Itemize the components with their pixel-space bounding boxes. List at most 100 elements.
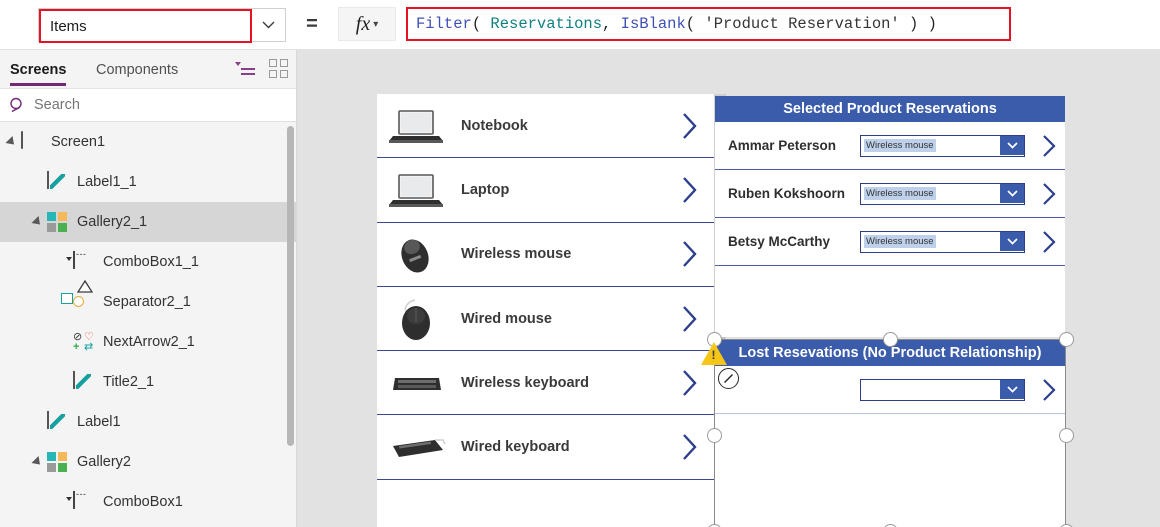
- search-bar[interactable]: [0, 89, 296, 122]
- screens-tree: Screen1 Label1_1 Gallery2_1 ComboBox1_1 Sepa…: [0, 122, 296, 526]
- formula-token: 'Product Reservation': [704, 15, 900, 33]
- left-sidebar: Screens Components Screen1Label1_1Galler: [0, 50, 297, 527]
- lost-reservations-gallery[interactable]: Lost Resevations (No Product Relationshi…: [715, 340, 1065, 527]
- tree-item-screen1[interactable]: Screen1: [0, 122, 296, 162]
- wired-mouse-photo: [385, 296, 449, 342]
- combobox-dropdown-button[interactable]: [1000, 379, 1024, 399]
- resize-handle-middle-left[interactable]: [706, 427, 722, 443]
- formula-token: IsBlank: [620, 15, 686, 33]
- tree-item-label: Gallery2: [77, 454, 131, 470]
- product-combobox[interactable]: Wireless mouse: [860, 134, 1025, 157]
- tree-item-combobox1[interactable]: ComboBox1: [0, 482, 296, 522]
- combobox-dropdown-button[interactable]: [1000, 231, 1024, 251]
- combobox-dropdown-button[interactable]: [1000, 135, 1024, 155]
- next-arrow-icon[interactable]: [681, 112, 698, 140]
- product-row[interactable]: Wired mouse: [377, 286, 714, 352]
- tree-item-label: Gallery2_1: [77, 214, 148, 230]
- product-row[interactable]: Laptop: [377, 158, 714, 223]
- combobox-icon: [73, 251, 95, 272]
- formula-token: (: [685, 15, 705, 33]
- next-arrow-icon[interactable]: [1042, 134, 1057, 158]
- gallery-icon: [47, 452, 69, 472]
- product-row[interactable]: Wireless mouse: [377, 222, 714, 287]
- combobox-dropdown-button[interactable]: [1000, 183, 1024, 203]
- notebook-photo: [385, 103, 449, 149]
- wireless-mouse-photo: [385, 231, 449, 277]
- tree-list-icon[interactable]: [235, 60, 255, 78]
- next-arrow-icon[interactable]: [1042, 230, 1057, 254]
- warning-triangle-icon[interactable]: !: [701, 342, 727, 365]
- reservation-person: Ruben Kokshoorn: [728, 186, 845, 201]
- combobox-value: Wireless mouse: [864, 235, 936, 248]
- fx-icon: fx: [355, 12, 371, 35]
- combobox-value: Wireless mouse: [864, 139, 936, 152]
- property-selector-value[interactable]: Items: [39, 9, 252, 43]
- tree-item-label1_1[interactable]: Label1_1: [0, 162, 296, 202]
- product-row[interactable]: Wireless keyboard: [377, 351, 714, 416]
- tree-item-label1[interactable]: Label1: [0, 402, 296, 442]
- reservation-person: Ammar Peterson: [728, 138, 837, 153]
- tree-item-label: Label1_1: [77, 174, 137, 190]
- pencil-edit-icon[interactable]: [718, 368, 739, 389]
- resize-handle-top-right[interactable]: [1058, 331, 1074, 347]
- next-arrow-icon[interactable]: [681, 305, 698, 333]
- tab-screens[interactable]: Screens: [10, 50, 67, 89]
- next-arrow-icon[interactable]: [681, 176, 698, 204]
- product-combobox[interactable]: Wireless mouse: [860, 182, 1025, 205]
- tree-item-title2_1[interactable]: Title2_1: [0, 362, 296, 402]
- lost-reservation-combobox[interactable]: [860, 378, 1025, 401]
- tree-item-label: ComboBox1: [103, 494, 183, 510]
- tree-item-label: ComboBox1_1: [103, 254, 199, 270]
- expand-collapse-icon[interactable]: [5, 135, 18, 149]
- next-arrow-icon[interactable]: [1042, 378, 1057, 402]
- formula-token: Filter: [416, 15, 472, 33]
- tree-item-combobox1_1[interactable]: ComboBox1_1: [0, 242, 296, 282]
- property-selector[interactable]: Items: [38, 8, 286, 43]
- sidebar-tabs: Screens Components: [0, 50, 296, 89]
- product-row[interactable]: Wired keyboard: [377, 415, 714, 480]
- lost-reservation-row[interactable]: [715, 366, 1065, 414]
- label-icon: [47, 411, 69, 432]
- wireless-keyboard-photo: [385, 360, 449, 406]
- product-row[interactable]: Notebook: [377, 94, 714, 159]
- tree-item-nextarrow2_1[interactable]: ⊘ ♡ + ⇄ NextArrow2_1: [0, 322, 296, 362]
- product-combobox[interactable]: Wireless mouse: [860, 230, 1025, 253]
- tab-components[interactable]: Components: [96, 50, 178, 89]
- tree-item-label: Label1: [77, 414, 121, 430]
- product-gallery[interactable]: Notebook Laptop Wireless mouse Wired mouse W…: [377, 94, 714, 527]
- selected-reservations-gallery[interactable]: Selected Product Reservations Ammar Pete…: [715, 96, 1065, 337]
- thumbnail-grid-icon[interactable]: [269, 59, 288, 78]
- label-icon: [47, 171, 69, 192]
- tree-item-label: Screen1: [51, 134, 106, 150]
- chevron-down-icon[interactable]: [251, 9, 285, 41]
- formula-input[interactable]: Filter( Reservations, IsBlank( 'Product …: [406, 7, 1011, 41]
- selected-reservations-title: Selected Product Reservations: [715, 96, 1065, 122]
- sidebar-scrollbar[interactable]: [287, 126, 294, 446]
- formula-token: ) ): [899, 15, 937, 33]
- reservation-row[interactable]: Ammar Peterson Wireless mouse: [715, 122, 1065, 170]
- next-arrow-icon[interactable]: [681, 433, 698, 461]
- app-canvas: Notebook Laptop Wireless mouse Wired mouse W…: [297, 50, 1160, 527]
- fx-button[interactable]: fx ▾: [338, 7, 396, 41]
- next-arrow-icon[interactable]: [681, 240, 698, 268]
- next-arrow-icon[interactable]: [1042, 182, 1057, 206]
- formula-token: Reservations: [490, 15, 603, 33]
- search-input[interactable]: [34, 97, 264, 113]
- next-arrow-icon[interactable]: [681, 369, 698, 397]
- resize-handle-middle-right[interactable]: [1058, 427, 1074, 443]
- tree-item-gallery2_1[interactable]: Gallery2_1: [0, 202, 296, 242]
- combobox-value: [864, 389, 868, 391]
- expand-collapse-icon[interactable]: [31, 455, 44, 469]
- reservation-row[interactable]: Betsy McCarthy Wireless mouse: [715, 218, 1065, 266]
- product-name: Wireless keyboard: [461, 374, 590, 391]
- nextarrow-icon: ⊘ ♡ + ⇄: [73, 331, 94, 353]
- expand-collapse-icon[interactable]: [31, 215, 44, 229]
- tree-item-gallery2[interactable]: Gallery2: [0, 442, 296, 482]
- resize-handle-top-center[interactable]: [882, 331, 898, 347]
- reservation-row[interactable]: Ruben Kokshoorn Wireless mouse: [715, 170, 1065, 218]
- chevron-down-icon[interactable]: ▾: [373, 19, 378, 30]
- tree-item-separator2_1[interactable]: Separator2_1: [0, 280, 296, 322]
- equals-sign: =: [306, 12, 318, 35]
- power-apps-studio: Items = fx ▾ Filter( Reservations, IsBla…: [0, 0, 1160, 527]
- label-icon: [73, 371, 95, 392]
